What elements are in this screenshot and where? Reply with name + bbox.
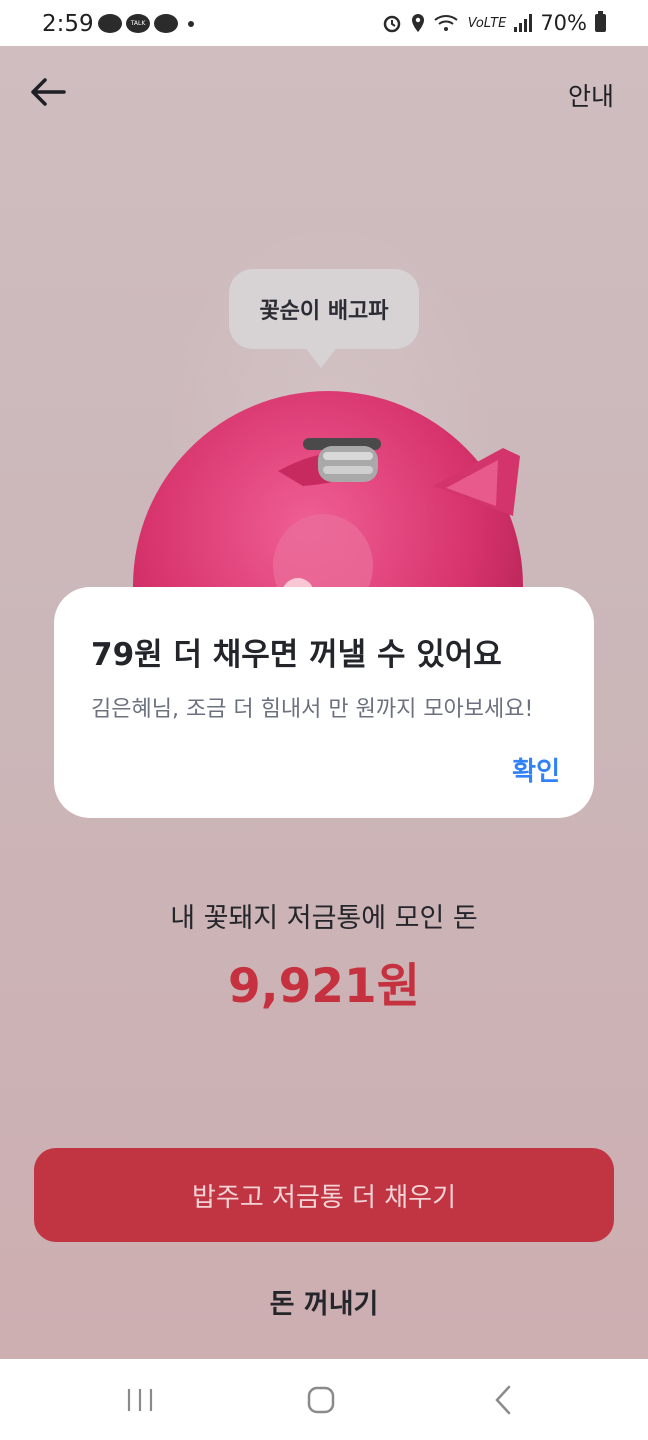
- recent-apps-icon: [127, 1388, 153, 1411]
- status-bar: 2:59 TALK VoLTE 70%: [0, 0, 648, 46]
- status-time: 2:59: [42, 11, 94, 37]
- savings-amount: 9,921원: [228, 959, 420, 1014]
- dialog-title: 79원 더 채우면 꺼낼 수 있어요: [91, 637, 502, 673]
- app-screen: 안내 꽃순이 배고파 79원 더 채우면 꺼낼 수 있어요 김은혜님, 조금 더…: [0, 46, 648, 1359]
- signal-icon: [514, 14, 533, 32]
- alert-dialog: 79원 더 채우면 꺼낼 수 있어요 김은혜님, 조금 더 힘내서 만 원까지 …: [54, 587, 594, 818]
- chevron-left-icon: [495, 1385, 511, 1414]
- status-right: VoLTE 70%: [382, 11, 606, 35]
- speech-bubble: 꽃순이 배고파: [229, 269, 419, 349]
- back-button[interactable]: [26, 70, 70, 114]
- wifi-icon: [434, 15, 458, 31]
- dialog-confirm-button[interactable]: 확인: [512, 751, 560, 788]
- location-icon: [411, 14, 424, 32]
- feed-piggy-button[interactable]: 밥주고 저금통 더 채우기: [34, 1148, 614, 1242]
- dialog-message: 김은혜님, 조금 더 힘내서 만 원까지 모아보세요!: [91, 697, 534, 722]
- home-icon: [307, 1386, 335, 1413]
- alarm-icon: [383, 15, 400, 33]
- more-notifications-icon: [188, 20, 194, 27]
- system-nav-bar: [0, 1359, 648, 1440]
- withdraw-button[interactable]: 돈 꺼내기: [0, 1282, 648, 1321]
- recent-apps-button[interactable]: [95, 1359, 185, 1440]
- kakaotalk-icon: TALK: [126, 14, 150, 33]
- chat-bubble-icon: [154, 14, 178, 33]
- notification-icons: TALK: [98, 14, 194, 33]
- battery-icon: [595, 11, 606, 32]
- home-button[interactable]: [276, 1359, 366, 1440]
- back-arrow-icon: [31, 78, 66, 106]
- info-link[interactable]: 안내: [568, 77, 614, 113]
- battery-percent: 70%: [540, 11, 587, 35]
- nav-back-button[interactable]: [458, 1359, 548, 1440]
- savings-label: 내 꽃돼지 저금통에 모인 돈: [170, 903, 478, 934]
- speech-bubble-tail: [304, 346, 338, 368]
- volte-indicator: VoLTE: [467, 15, 507, 31]
- chat-bubble-icon: [98, 14, 122, 33]
